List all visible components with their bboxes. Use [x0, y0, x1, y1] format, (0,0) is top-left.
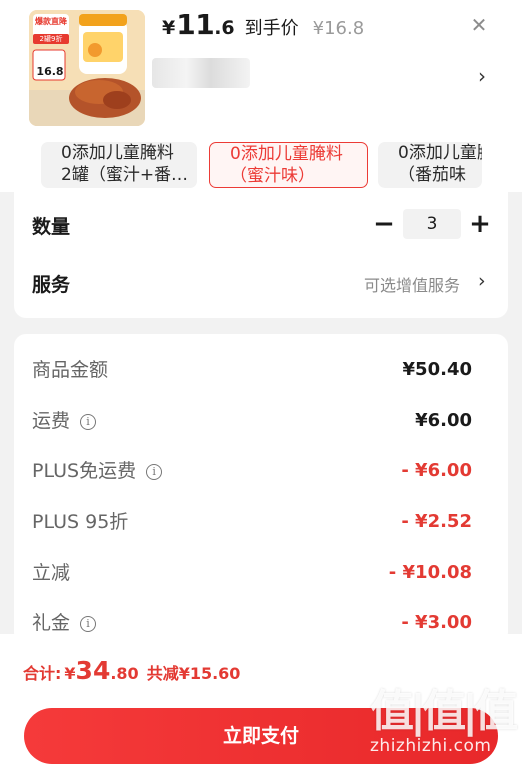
spec-option-2-selected[interactable]: 0添加儿童腌料 （蜜汁味） — [209, 142, 368, 188]
spec-option-1[interactable]: 0添加儿童腌料 2罐（蜜汁+番… — [41, 142, 197, 188]
decrement-button[interactable]: − — [372, 206, 396, 242]
price-row: ¥ 11 .6 到手价 ¥16.8 — [162, 8, 364, 44]
price-line-label: 商品金额 — [32, 359, 109, 381]
total-integer: 34 — [75, 656, 111, 685]
image-price-tag: 16.8 — [36, 65, 64, 78]
price-line-label: PLUS 95折 — [32, 511, 129, 533]
price-line-plus-discount: PLUS 95折 - ¥2.52 — [32, 507, 472, 537]
info-icon[interactable]: i — [80, 616, 97, 632]
service-label: 服务 — [32, 274, 71, 296]
price-line-value: ¥50.40 — [402, 359, 472, 380]
spec-option-line1: 0添加儿童腌料 — [230, 144, 343, 164]
total-summary: 合计: ¥ 34 .80 共减¥15.60 — [23, 656, 240, 685]
image-badge-top: 爆款直降 — [35, 17, 67, 26]
spec-option-line1: 0添加儿童腌料 — [61, 143, 174, 163]
blurred-selection-chip — [152, 58, 250, 88]
total-decimal: .80 — [110, 664, 139, 683]
spec-options: 0添加儿童腌料 2罐（蜜汁+番… 0添加儿童腌料 （蜜汁味） 0添加儿童腌料 （… — [0, 140, 522, 192]
service-hint[interactable]: 可选增值服务 — [364, 272, 460, 296]
quantity-label: 数量 — [32, 216, 71, 238]
product-image[interactable]: 爆款直降 2罐9折 16.8 — [29, 10, 145, 126]
spec-option-line2: 2罐（蜜汁+番… — [61, 165, 189, 185]
total-savings: 共减¥15.60 — [146, 664, 241, 683]
watermark: 值|值|值 zhizhizhi.com — [370, 686, 518, 757]
spec-option-3[interactable]: 0添加儿童腌料 （番茄味 — [378, 142, 482, 188]
watermark-url: zhizhizhi.com — [370, 736, 492, 756]
price-line-plus-free-shipping: PLUS免运费 i - ¥6.00 — [32, 456, 472, 486]
price-line-label: 运费 — [32, 410, 71, 432]
price-line-value: ¥6.00 — [415, 410, 472, 431]
price-breakdown-card: 商品金额 ¥50.40 运费 i ¥6.00 PLUS免运费 i - ¥6.00 P… — [14, 334, 508, 644]
info-icon[interactable]: i — [146, 464, 163, 480]
chevron-right-icon[interactable]: › — [478, 270, 486, 292]
price-line-label: 立减 — [32, 562, 71, 584]
total-currency: ¥ — [64, 664, 76, 683]
price-line-value: - ¥10.08 — [388, 562, 472, 583]
spec-option-line1: 0添加儿童腌料 — [398, 143, 482, 163]
close-icon[interactable]: ✕ — [466, 12, 492, 38]
price-line-instant-discount: 立减 - ¥10.08 — [32, 558, 472, 588]
image-badge-sub: 2罐9折 — [39, 35, 63, 43]
total-label: 合计: — [23, 664, 62, 683]
original-price: ¥16.8 — [312, 18, 365, 39]
price-line-value: - ¥2.52 — [401, 511, 472, 532]
price-line-shipping: 运费 i ¥6.00 — [32, 406, 472, 436]
product-header: 爆款直降 2罐9折 16.8 ¥ 11 .6 到手价 ¥16.8 ✕ › — [0, 0, 522, 140]
price-line-value: - ¥6.00 — [401, 460, 472, 481]
spec-option-line2: （番茄味 — [398, 165, 466, 185]
price-line-goods: 商品金额 ¥50.40 — [32, 355, 472, 385]
quantity-service-card: 数量 − 3 + 服务 可选增值服务 › — [14, 192, 508, 318]
price-currency: ¥ — [162, 17, 176, 39]
price-integer: 11 — [176, 8, 215, 41]
price-line-label: PLUS免运费 — [32, 460, 137, 482]
price-decimal: .6 — [214, 17, 235, 39]
info-icon[interactable]: i — [80, 414, 97, 430]
chevron-right-icon[interactable]: › — [478, 64, 486, 88]
watermark-logo: 值|值|值 — [370, 686, 518, 737]
quantity-stepper[interactable]: 3 — [403, 209, 461, 239]
spec-option-line2: （蜜汁味） — [230, 166, 315, 186]
price-line-label: 礼金 — [32, 612, 71, 634]
increment-button[interactable]: + — [468, 206, 492, 242]
price-label: 到手价 — [244, 18, 299, 39]
